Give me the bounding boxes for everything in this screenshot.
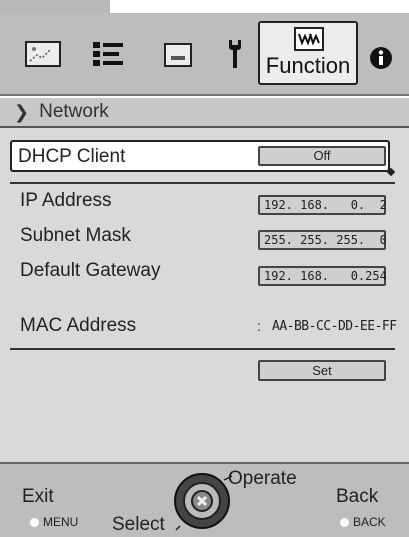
mac-address-separator: : [257, 318, 261, 334]
menu-toolbar: Function [0, 13, 409, 96]
wrench-icon[interactable] [222, 37, 248, 71]
picture-adjust-icon[interactable] [22, 37, 64, 71]
dhcp-client-label: DHCP Client [18, 146, 126, 167]
row-marker-icon [386, 167, 396, 177]
back-key-label: BACK [353, 515, 386, 529]
function-label: Function [265, 53, 351, 78]
operate-label: Operate [228, 468, 297, 489]
chevron-right-icon: ❯ [14, 101, 30, 122]
back-label: Back [336, 486, 379, 507]
function-tab[interactable]: Function [258, 21, 358, 85]
ip-address-field[interactable]: 192. 168. 0. 2 [258, 195, 387, 215]
default-gateway-label: Default Gateway [20, 260, 161, 281]
subnet-mask-field[interactable]: 255. 255. 255. 0 [258, 230, 387, 250]
back-key-hint[interactable]: BACK [340, 515, 386, 529]
top-tab [0, 0, 110, 14]
menu-key-hint[interactable]: MENU [30, 515, 78, 529]
mac-address-value: AA-BB-CC-DD-EE-FF [272, 319, 397, 334]
footer-bar: Exit MENU Select Operate Back BACK [0, 462, 409, 537]
section-header: ❯ Network [0, 98, 409, 128]
set-button[interactable]: Set [258, 360, 386, 381]
menu-key-label: MENU [43, 515, 79, 529]
divider-top [10, 182, 395, 184]
settings-list-icon[interactable] [88, 37, 128, 71]
default-gateway-field[interactable]: 192. 168. 0.254 [258, 266, 387, 286]
network-settings-panel: DHCP Client Off IP Address 192. 168. 0. … [0, 128, 409, 462]
back-key-dot-icon [340, 517, 349, 527]
select-label: Select [112, 514, 165, 535]
subnet-mask-label: Subnet Mask [20, 225, 131, 246]
dhcp-client-value[interactable]: Off [258, 146, 386, 166]
function-icon [294, 27, 324, 51]
ip-address-label: IP Address [20, 190, 112, 211]
menu-key-dot-icon [30, 517, 39, 527]
divider-bottom [10, 348, 395, 350]
mac-address-label: MAC Address [20, 315, 137, 336]
display-icon[interactable] [160, 39, 196, 71]
info-icon[interactable] [366, 43, 396, 73]
exit-label: Exit [22, 486, 54, 507]
section-title: Network [39, 101, 109, 122]
dhcp-client-row[interactable]: DHCP Client Off [10, 140, 396, 177]
osd-window: Function ❯ Network DHCP Client Off IP Ad… [0, 0, 409, 537]
dial-icon[interactable] [172, 470, 232, 532]
